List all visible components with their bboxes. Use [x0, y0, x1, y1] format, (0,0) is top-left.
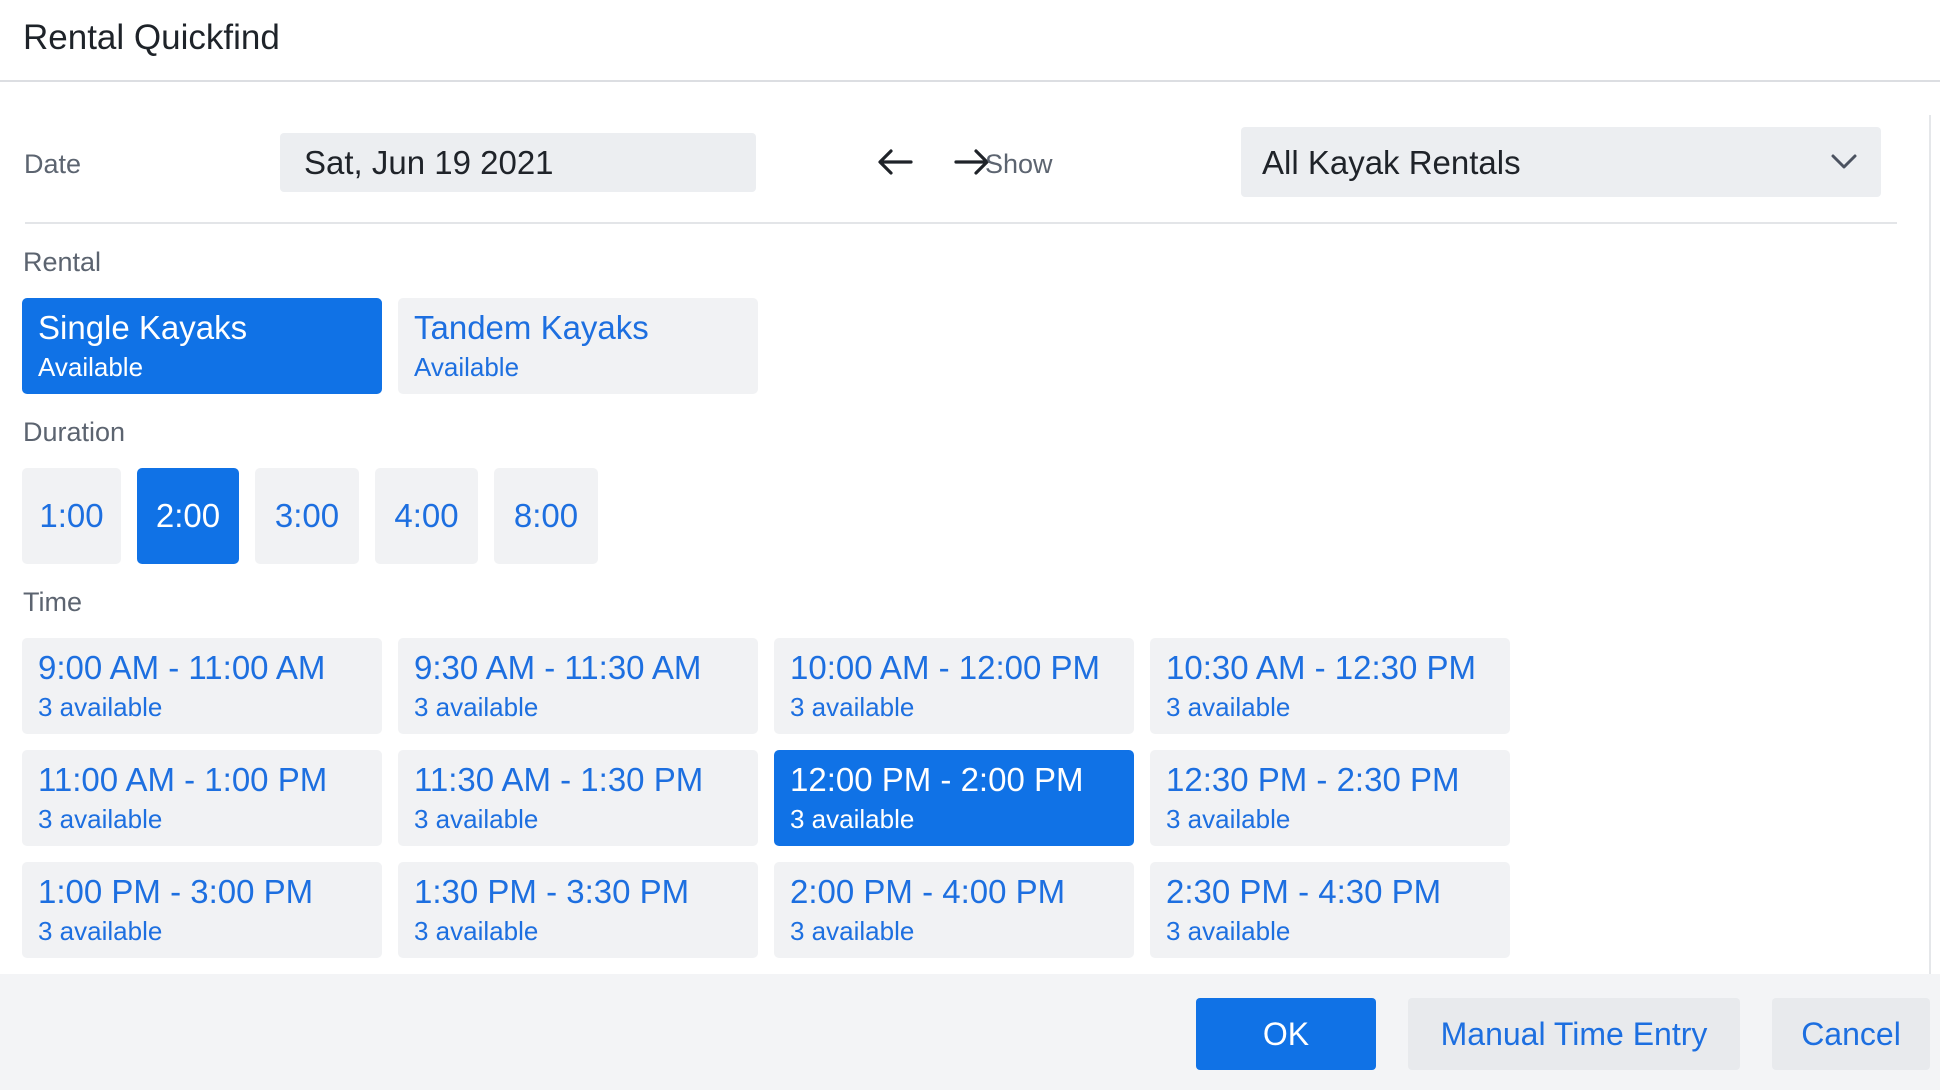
date-label: Date: [24, 149, 82, 179]
time-slot-range: 12:30 PM - 2:30 PM: [1166, 761, 1460, 798]
rental-option-name: Single Kayaks: [38, 309, 248, 346]
time-slot-availability: 3 available: [38, 692, 163, 722]
prev-date-button[interactable]: [870, 139, 920, 185]
rental-option-single-kayaks[interactable]: Single Kayaks Available: [22, 298, 382, 394]
duration-option-1-00[interactable]: 1:00: [22, 468, 121, 564]
time-slot[interactable]: 12:30 PM - 2:30 PM 3 available: [1150, 750, 1510, 846]
time-slot-availability: 3 available: [1166, 916, 1291, 946]
time-slot[interactable]: 11:30 AM - 1:30 PM 3 available: [398, 750, 758, 846]
time-slot-range: 11:30 AM - 1:30 PM: [414, 761, 704, 798]
rental-option-name: Tandem Kayaks: [414, 309, 649, 346]
title-bar: Rental Quickfind: [0, 0, 1940, 82]
duration-option-8-00[interactable]: 8:00: [494, 468, 598, 564]
scrollbar-track[interactable]: [1929, 115, 1931, 975]
time-slot-range: 9:30 AM - 11:30 AM: [414, 649, 702, 686]
time-slot[interactable]: 10:00 AM - 12:00 PM 3 available: [774, 638, 1134, 734]
time-slot[interactable]: 2:30 PM - 4:30 PM 3 available: [1150, 862, 1510, 958]
time-slot[interactable]: 1:00 PM - 3:00 PM 3 available: [22, 862, 382, 958]
time-slot-availability: 3 available: [414, 804, 539, 834]
time-slot-availability: 3 available: [1166, 692, 1291, 722]
time-slot-range: 9:00 AM - 11:00 AM: [38, 649, 326, 686]
ok-button[interactable]: OK: [1196, 998, 1376, 1070]
duration-option-2-00[interactable]: 2:00: [137, 468, 239, 564]
rental-filter-value: All Kayak Rentals: [1262, 144, 1521, 181]
rental-quickfind-dialog: Rental Quickfind Date Sat, Jun 19 2021 S…: [0, 0, 1940, 1090]
cancel-button[interactable]: Cancel: [1772, 998, 1930, 1070]
time-slot-availability: 3 available: [38, 804, 163, 834]
time-slot[interactable]: 11:00 AM - 1:00 PM 3 available: [22, 750, 382, 846]
time-slot[interactable]: 1:30 PM - 3:30 PM 3 available: [398, 862, 758, 958]
dialog-title: Rental Quickfind: [23, 18, 280, 57]
time-slot-range: 2:30 PM - 4:30 PM: [1166, 873, 1442, 910]
time-slot-availability: 3 available: [1166, 804, 1291, 834]
rental-filter-select[interactable]: All Kayak Rentals: [1241, 127, 1881, 197]
time-slot[interactable]: 12:00 PM - 2:00 PM 3 available: [774, 750, 1134, 846]
manual-time-entry-button[interactable]: Manual Time Entry: [1408, 998, 1740, 1070]
duration-option-4-00[interactable]: 4:00: [375, 468, 478, 564]
time-slot-availability: 3 available: [414, 916, 539, 946]
time-slot-availability: 3 available: [790, 804, 915, 834]
rental-option-tandem-kayaks[interactable]: Tandem Kayaks Available: [398, 298, 758, 394]
time-label: Time: [23, 587, 82, 617]
time-slot-range: 10:30 AM - 12:30 PM: [1166, 649, 1477, 686]
time-slot-availability: 3 available: [38, 916, 163, 946]
date-picker[interactable]: Sat, Jun 19 2021: [280, 133, 989, 192]
time-slot-range: 1:00 PM - 3:00 PM: [38, 873, 314, 910]
time-slot-availability: 3 available: [790, 692, 915, 722]
time-slot-range: 11:00 AM - 1:00 PM: [38, 761, 328, 798]
time-slot[interactable]: 2:00 PM - 4:00 PM 3 available: [774, 862, 1134, 958]
time-slot[interactable]: 9:00 AM - 11:00 AM 3 available: [22, 638, 382, 734]
time-slot-range: 2:00 PM - 4:00 PM: [790, 873, 1066, 910]
rental-option-status: Available: [414, 352, 520, 382]
rental-option-status: Available: [38, 352, 144, 382]
rental-label: Rental: [23, 247, 102, 277]
time-slot-range: 10:00 AM - 12:00 PM: [790, 649, 1101, 686]
time-slot-range: 1:30 PM - 3:30 PM: [414, 873, 690, 910]
time-slot-availability: 3 available: [790, 916, 915, 946]
date-value: Sat, Jun 19 2021: [304, 144, 554, 181]
time-slot-range: 12:00 PM - 2:00 PM: [790, 761, 1084, 798]
time-slot[interactable]: 9:30 AM - 11:30 AM 3 available: [398, 638, 758, 734]
section-divider: [25, 222, 1897, 224]
duration-label: Duration: [23, 417, 126, 447]
chevron-down-icon: [1831, 154, 1857, 169]
time-slot-availability: 3 available: [414, 692, 539, 722]
time-slot[interactable]: 10:30 AM - 12:30 PM 3 available: [1150, 638, 1510, 734]
arrow-left-icon: [878, 149, 913, 175]
duration-option-3-00[interactable]: 3:00: [255, 468, 359, 564]
show-label: Show: [985, 149, 1053, 179]
